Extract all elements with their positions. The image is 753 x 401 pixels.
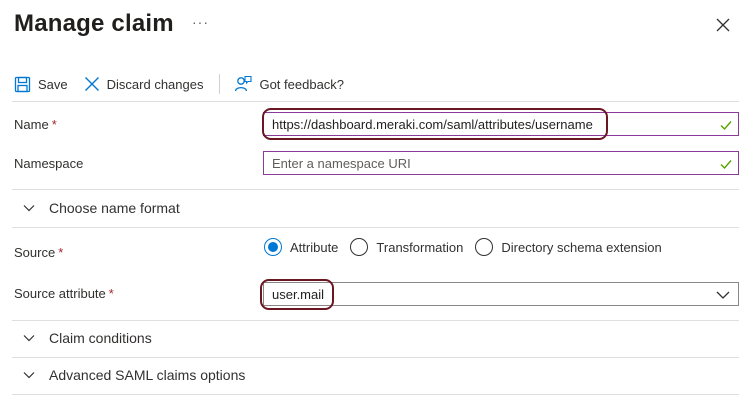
discard-icon [84,77,99,91]
chevron-down-icon [23,205,35,212]
namespace-input[interactable]: Enter a namespace URI [263,151,739,175]
command-bar: Save Discard changes Got feedback? [14,70,344,98]
chevron-down-icon [23,335,35,342]
advanced-saml-label: Advanced SAML claims options [49,367,246,383]
toolbar-divider [219,74,221,94]
name-label: Name * [14,117,57,132]
save-icon [14,76,31,92]
name-input[interactable]: https://dashboard.meraki.com/saml/attrib… [263,112,739,136]
divider [12,357,739,358]
divider [12,394,739,395]
radio-unselected-icon [350,238,369,256]
source-attribute-label: Source attribute * [14,286,114,301]
source-attribute-value: user.mail [272,286,325,302]
divider [12,320,739,321]
source-radio-group: Attribute Transformation Directory schem… [264,238,674,256]
discard-label: Discard changes [106,76,204,92]
radio-selected-icon [264,238,282,256]
radio-transformation[interactable]: Transformation [350,238,463,256]
discard-changes-button[interactable]: Discard changes [84,76,204,92]
toolbar-divider-line [12,101,739,102]
source-attribute-dropdown[interactable]: user.mail [263,282,739,306]
divider [12,189,739,190]
valid-check-icon [720,121,732,131]
close-button[interactable] [712,14,734,36]
chevron-down-icon [716,291,730,299]
claim-conditions-expander[interactable]: Claim conditions [22,330,152,346]
name-format-expander[interactable]: Choose name format [22,200,180,216]
name-value: https://dashboard.meraki.com/saml/attrib… [272,116,593,132]
feedback-button[interactable]: Got feedback? [234,75,344,93]
page-title: Manage claim [14,10,174,37]
feedback-icon [235,75,253,92]
radio-unselected-icon [475,238,494,256]
valid-check-icon [720,160,732,170]
more-options-icon[interactable]: ··· [192,14,209,30]
claim-conditions-label: Claim conditions [49,330,152,346]
radio-directory-schema-extension[interactable]: Directory schema extension [475,238,662,256]
divider [12,227,739,228]
radio-attribute[interactable]: Attribute [264,238,338,256]
chevron-down-icon [23,372,35,379]
close-icon [716,18,730,32]
feedback-label: Got feedback? [259,76,345,92]
namespace-label: Namespace [14,156,84,171]
save-label: Save [38,76,68,92]
save-button[interactable]: Save [14,76,68,93]
advanced-saml-expander[interactable]: Advanced SAML claims options [22,367,245,383]
name-format-label: Choose name format [49,200,180,216]
namespace-placeholder: Enter a namespace URI [272,155,411,171]
source-label: Source * [14,245,64,260]
